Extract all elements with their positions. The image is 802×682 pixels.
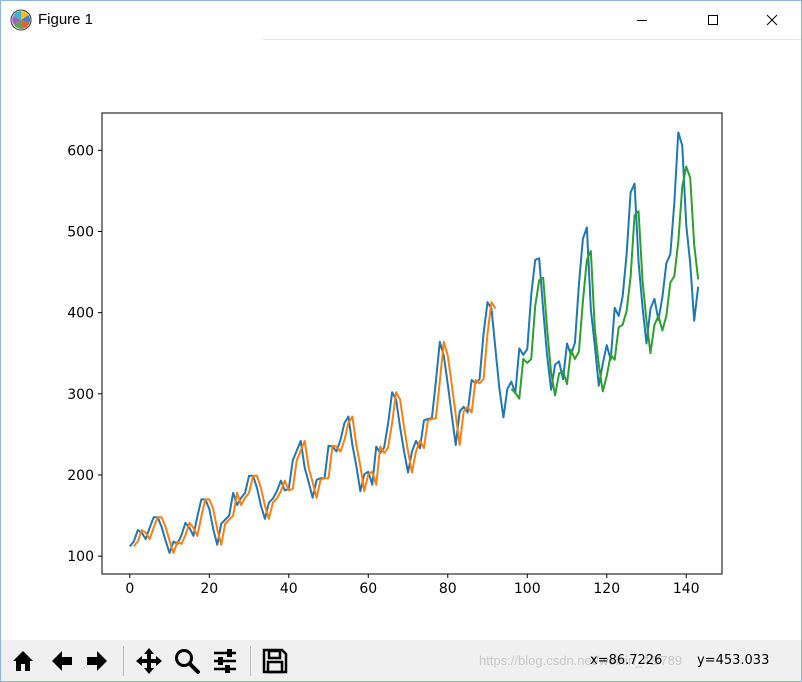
configure-subplots-button[interactable] <box>209 645 241 677</box>
close-icon <box>766 14 778 26</box>
series-line-2 <box>133 301 497 554</box>
navigation-toolbar: https://blog.csdn.net/weixin_43/789 x=86… <box>1 640 801 681</box>
arrow-left-icon <box>52 651 72 671</box>
y-axis: 100 200 300 400 500 600 <box>67 143 102 565</box>
series-layer <box>129 131 700 554</box>
back-button[interactable] <box>46 645 78 677</box>
close-button[interactable] <box>749 1 795 39</box>
arrow-right-icon <box>87 651 107 671</box>
figure-window: Figure 1 0 20 40 60 80 100 120 140 100 200 300 400… <box>0 0 802 682</box>
y-tick-label: 500 <box>67 224 94 240</box>
save-button[interactable] <box>259 645 291 677</box>
home-button[interactable] <box>7 645 39 677</box>
toolbar-divider <box>123 646 124 676</box>
pan-button[interactable] <box>133 645 165 677</box>
home-icon <box>13 651 33 671</box>
x-tick-label: 140 <box>673 581 700 597</box>
minimize-button[interactable] <box>619 1 665 39</box>
x-tick-label: 80 <box>439 581 457 597</box>
series-line-1 <box>129 131 700 554</box>
x-tick-label: 40 <box>280 581 298 597</box>
cursor-x-readout: x=86.7226 <box>590 653 663 668</box>
y-tick-label: 200 <box>67 468 94 484</box>
matplotlib-logo-icon <box>10 9 32 31</box>
x-tick-label: 100 <box>514 581 541 597</box>
toolbar-divider <box>250 646 251 676</box>
x-tick-label: 20 <box>200 581 218 597</box>
cursor-y-readout: y=453.033 <box>697 653 770 668</box>
y-tick-label: 400 <box>67 306 94 322</box>
title-bar[interactable]: Figure 1 <box>1 1 801 39</box>
x-axis: 0 20 40 60 80 100 120 140 <box>125 574 700 597</box>
zoom-button[interactable] <box>171 645 203 677</box>
minimize-icon <box>637 20 647 21</box>
forward-button[interactable] <box>81 645 113 677</box>
window-title: Figure 1 <box>38 11 94 28</box>
figure-canvas[interactable]: 0 20 40 60 80 100 120 140 100 200 300 400 500 600 <box>1 40 801 640</box>
y-tick-label: 600 <box>67 143 94 159</box>
x-tick-label: 0 <box>125 581 134 597</box>
sliders-icon <box>214 649 236 673</box>
axes-frame <box>101 112 723 575</box>
move-icon <box>136 648 162 674</box>
y-tick-label: 300 <box>67 387 94 403</box>
line-chart[interactable]: 0 20 40 60 80 100 120 140 100 200 300 400 500 600 <box>1 40 801 640</box>
x-tick-label: 60 <box>359 581 377 597</box>
magnifier-icon <box>175 649 200 674</box>
x-tick-label: 120 <box>593 581 620 597</box>
maximize-icon <box>708 15 718 25</box>
floppy-disk-icon <box>262 648 288 674</box>
y-tick-label: 100 <box>67 549 94 565</box>
series-line-3 <box>510 165 700 400</box>
maximize-button[interactable] <box>690 1 736 39</box>
